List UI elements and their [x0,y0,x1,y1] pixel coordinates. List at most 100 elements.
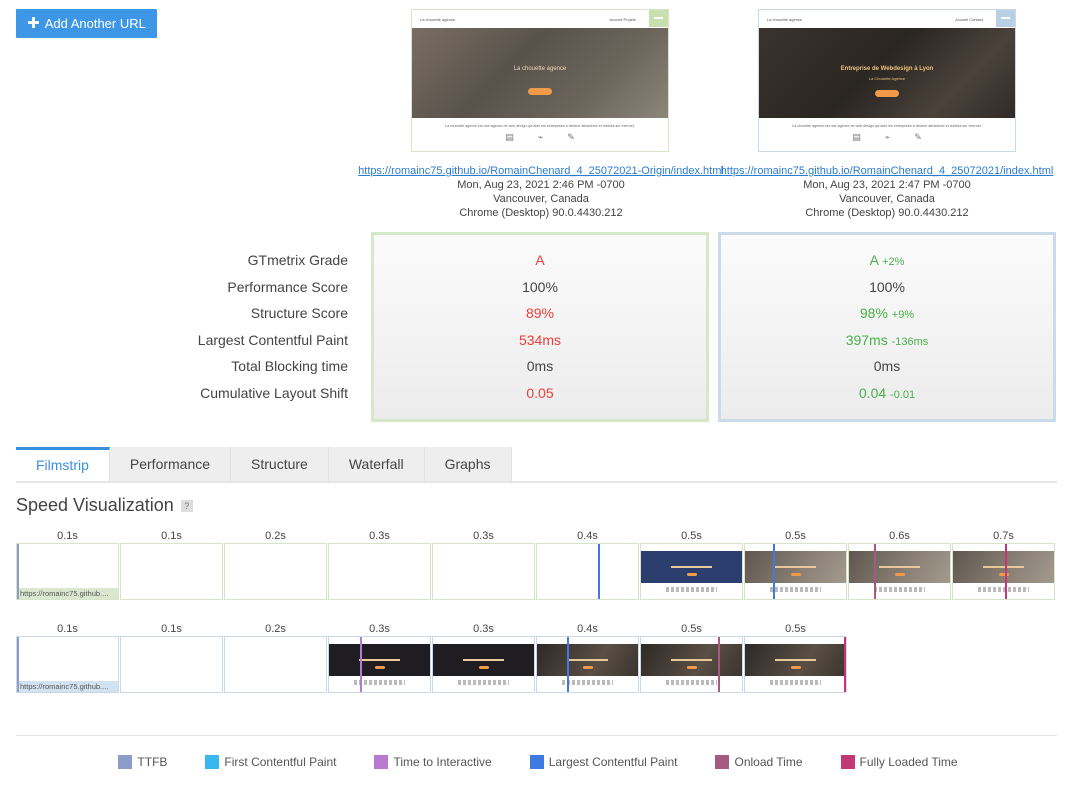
frame-time-label: 0.5s [785,623,806,635]
frame-hero-title [671,659,712,661]
filmstrip-frame[interactable] [328,636,431,693]
collapse-report-button[interactable] [996,10,1015,27]
frame-hero-button [374,666,385,669]
thumb-hero-subtitle: La Chouette Agence [868,76,906,81]
collapse-report-button[interactable] [649,10,668,27]
report-url-link[interactable]: https://romainc75.github.io/RomainChenar… [358,165,724,177]
tab-graphs[interactable]: Graphs [424,447,512,482]
largest-contentful-paint: 397ms [845,331,888,348]
frame-hero-button [790,666,801,669]
filmstrip-frame[interactable] [640,543,743,600]
filmstrip-frame[interactable] [432,636,535,693]
frame-url: https://romainc75.github.... [17,588,118,599]
thumb-brand: La chouette agence [767,16,803,22]
filmstrip-frame[interactable]: https://romainc75.github.... [16,543,119,600]
filmstrip-frame[interactable] [952,543,1055,600]
frame-footer-text [458,680,509,685]
thumb-icons: ▤ ⌁ ✎ [412,132,668,143]
cls-delta: -0.01 [890,388,916,401]
frame-time-label: 0.2s [265,623,286,635]
cumulative-layout-shift: 0.04 [858,384,887,401]
chart-icon: ⌁ [884,132,891,142]
filmstrip-frame[interactable] [120,543,223,600]
tab-structure[interactable]: Structure [231,447,329,482]
legend-label: First Contentful Paint [224,755,337,769]
filmstrip-frame[interactable] [744,543,847,600]
tab-filmstrip[interactable]: Filmstrip [16,447,110,482]
frame-time-label: 0.3s [473,530,494,542]
frame-time-label: 0.6s [889,530,910,542]
frame-time-label: 0.4s [577,623,598,635]
filmstrip-frame[interactable]: https://romainc75.github.... [16,636,119,693]
thumb-icons: ▤ ⌁ ✎ [759,132,1015,143]
ttfb-marker [17,544,19,599]
filmstrip-frame[interactable] [640,636,743,693]
frame-time-label: 0.3s [369,530,390,542]
frame-hero [641,551,742,583]
onload-marker [718,637,720,692]
fully-loaded-marker [1005,544,1007,599]
legend-swatch [840,755,855,769]
frame-hero-button [790,573,801,576]
frame-time-label: 0.7s [993,530,1014,542]
gtmetrix-grade-row: A +2% [721,247,1053,274]
filmstrip-frame[interactable] [120,636,223,693]
frame-time-label: 0.5s [785,530,806,542]
frame-hero-title [671,566,712,568]
layout-icon: ▤ [852,132,861,142]
report-tabs: Filmstrip Performance Structure Waterfal… [16,447,512,482]
filmstrip-frame[interactable] [328,543,431,600]
cls-row: 0.04 -0.01 [721,380,1053,407]
frame-hero-button [582,666,593,669]
legend-swatch [374,755,389,769]
filmstrip-frame[interactable] [536,543,639,600]
frame-time-label: 0.4s [577,530,598,542]
tabs-divider [16,481,1057,483]
frame-hero [745,551,846,583]
lcp-marker [598,544,600,599]
thumb-brand: La chouette agence [420,16,456,22]
frame-time-label: 0.3s [473,623,494,635]
help-icon[interactable]: ? [180,500,193,513]
frame-hero-title [775,566,816,568]
frame-hero [329,644,430,676]
metric-label: Total Blocking time [231,358,348,375]
tab-performance[interactable]: Performance [109,447,232,482]
legend-swatch [205,755,220,769]
report-url-link[interactable]: https://romainc75.github.io/RomainChenar… [721,165,1054,177]
frame-hero [953,551,1054,583]
thumb-contact-button [528,88,552,95]
frame-footer-text [770,680,821,685]
onload-marker [874,544,876,599]
metric-label: Cumulative Layout Shift [200,384,348,401]
thumb-hero-title: La chouette agence [513,66,567,72]
pen-icon: ✎ [914,132,922,142]
add-another-url-button[interactable]: ✚ Add Another URL [16,9,157,38]
frame-hero [849,551,950,583]
grades-box-origin: A 100% 89% 534ms 0ms 0.05 [371,232,709,422]
filmstrip-frame[interactable] [432,543,535,600]
filmstrip-frame[interactable] [224,636,327,693]
filmstrip-frame[interactable] [848,543,951,600]
frame-time-label: 0.1s [161,530,182,542]
report-thumbnail-origin[interactable]: La chouette agence Accueil Projets La ch… [411,9,669,152]
report-thumbnail-new[interactable]: La chouette agence Accueil Contact Entre… [758,9,1016,152]
speed-visualization-title: Speed Visualization? [16,495,193,516]
structure-score: 98% [859,305,888,322]
legend-label: Largest Contentful Paint [548,755,678,769]
legend-label: Fully Loaded Time [859,755,958,769]
frame-hero-button [478,666,489,669]
legend-item: First Contentful Paint [205,755,336,769]
filmstrip-frame[interactable] [744,636,847,693]
gtmetrix-grade: A [535,252,545,268]
legend-label: TTFB [137,755,168,769]
frame-hero-title [775,659,816,661]
filmstrip-frame[interactable] [224,543,327,600]
filmstrip-frame[interactable] [536,636,639,693]
thumb-hero: Entreprise de Webdesign à Lyon La Chouet… [759,28,1015,118]
legend-item: TTFB [118,755,167,769]
tab-waterfall[interactable]: Waterfall [328,447,425,482]
frame-hero-button [686,666,697,669]
legend-swatch [715,755,730,769]
gtmetrix-grade: A [869,252,879,268]
